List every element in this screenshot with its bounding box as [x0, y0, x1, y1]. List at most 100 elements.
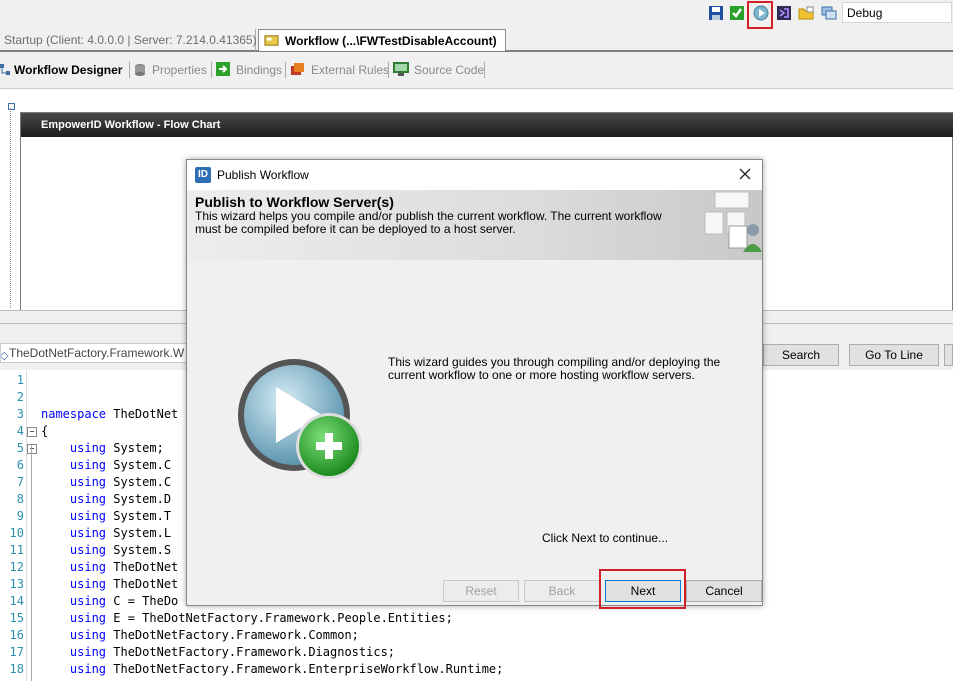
code-text: TheDotNet — [106, 577, 179, 591]
line-number: 5 — [16, 441, 24, 455]
line-number: 10 — [9, 526, 24, 540]
code-line[interactable]: using TheDotNetFactory.Framework.Common; — [41, 628, 359, 642]
dialog-title: Publish Workflow — [217, 168, 309, 182]
code-keyword: using — [41, 475, 107, 489]
line-number: 9 — [16, 509, 24, 523]
code-keyword: using — [41, 645, 107, 659]
code-line[interactable]: using TheDotNetFactory.Framework.Diagnos… — [41, 645, 395, 659]
code-line[interactable]: { — [41, 424, 48, 438]
line-number: 7 — [16, 475, 24, 489]
tab-startup[interactable]: Startup (Client: 4.0.0.0 | Server: 7.214… — [0, 29, 257, 51]
bindings-icon — [216, 62, 230, 76]
tab-external-rules[interactable]: External Rules — [311, 61, 389, 79]
workflow-icon — [264, 35, 279, 46]
publish-icon-highlight — [747, 1, 773, 29]
compile-icon[interactable] — [821, 5, 837, 21]
code-keyword: using — [41, 560, 107, 574]
back-button[interactable]: Back — [524, 580, 600, 602]
code-keyword: using — [41, 662, 107, 676]
code-line[interactable]: using E = TheDotNetFactory.Framework.Peo… — [41, 611, 453, 625]
designer-tabs: Workflow Designer Properties Bindings Ex… — [0, 54, 953, 84]
code-text: System.T — [106, 509, 172, 523]
folder-icon[interactable] — [798, 5, 814, 21]
dialog-body-text: This wizard guides you through compiling… — [388, 355, 721, 382]
next-button-highlight — [599, 569, 686, 609]
publish-wizard-icon — [238, 359, 362, 479]
validate-icon[interactable] — [729, 5, 745, 21]
fold-toggle-icon[interactable]: − — [27, 444, 37, 454]
line-number: 16 — [9, 628, 24, 642]
line-number: 18 — [9, 662, 24, 676]
code-keyword: using — [41, 441, 107, 455]
save-icon[interactable] — [708, 5, 724, 21]
more-button[interactable] — [944, 344, 953, 366]
flowchart-title: EmpowerID Workflow - Flow Chart — [21, 113, 953, 137]
code-line[interactable]: using System.C — [41, 475, 171, 489]
code-text: TheDotNetFactory.Framework.Common; — [106, 628, 359, 642]
external-rules-icon — [291, 63, 304, 75]
continue-text: Click Next to continue... — [542, 531, 669, 545]
empowerid-logo-icon: ID — [195, 167, 211, 183]
tab-workflow-designer[interactable]: Workflow Designer — [14, 61, 122, 79]
code-line[interactable]: using C = TheDo — [41, 594, 178, 608]
gutter-line — [26, 370, 27, 681]
code-line[interactable]: namespace TheDotNet — [41, 407, 178, 421]
code-line[interactable]: using System.D — [41, 492, 171, 506]
code-file-label: TheDotNetFactory.Framework.W — [9, 346, 185, 360]
code-file-selector[interactable]: ◇ TheDotNetFactory.Framework.W — [0, 343, 190, 363]
code-keyword: using — [41, 628, 107, 642]
code-text: TheDotNetFactory.Framework.EnterpriseWor… — [106, 662, 504, 676]
code-text: System.C — [106, 475, 172, 489]
code-text: E = TheDotNetFactory.Framework.People.En… — [106, 611, 453, 625]
code-line[interactable]: using System.S — [41, 543, 171, 557]
cancel-button[interactable]: Cancel — [686, 580, 762, 602]
code-text: { — [41, 424, 49, 438]
code-text: TheDotNetFactory.Framework.Diagnostics; — [106, 645, 396, 659]
properties-icon — [135, 64, 145, 76]
line-number: 14 — [9, 594, 24, 608]
search-button[interactable]: Search — [763, 344, 839, 366]
code-keyword: using — [41, 594, 107, 608]
reset-button[interactable]: Reset — [443, 580, 519, 602]
visual-studio-icon[interactable] — [776, 5, 792, 21]
build-config-select[interactable]: Debug — [842, 2, 952, 23]
line-number: 1 — [16, 373, 24, 387]
code-line[interactable]: using System; — [41, 441, 164, 455]
go-to-line-button[interactable]: Go To Line — [849, 344, 939, 366]
code-line[interactable]: using TheDotNet — [41, 560, 178, 574]
source-code-icon — [393, 62, 409, 76]
tab-properties[interactable]: Properties — [152, 61, 207, 79]
code-text: System.C — [106, 458, 172, 472]
code-text: System.D — [106, 492, 172, 506]
tab-workflow-label: Workflow (...\FWTestDisableAccount) — [285, 34, 497, 48]
dialog-header-title: Publish to Workflow Server(s) — [195, 194, 394, 210]
code-keyword: using — [41, 526, 107, 540]
code-line[interactable]: using TheDotNet — [41, 577, 178, 591]
line-number: 3 — [16, 407, 24, 421]
code-text: System; — [106, 441, 164, 455]
class-icon: ◇ — [0, 350, 9, 362]
code-line[interactable]: using System.C — [41, 458, 171, 472]
dialog-header: Publish to Workflow Server(s) This wizar… — [187, 190, 762, 260]
code-line[interactable]: using TheDotNetFactory.Framework.Enterpr… — [41, 662, 504, 676]
fold-guide — [31, 445, 32, 681]
line-number: 2 — [16, 390, 24, 404]
code-text: System.S — [106, 543, 172, 557]
code-line[interactable]: using System.L — [41, 526, 171, 540]
code-keyword: namespace — [41, 407, 107, 421]
tab-source-code[interactable]: Source Code — [414, 61, 484, 79]
server-users-icon — [704, 191, 762, 252]
main-toolbar: Debug — [0, 0, 953, 28]
code-text: TheDotNet — [106, 407, 179, 421]
line-number: 17 — [9, 645, 24, 659]
fold-toggle-icon[interactable]: − — [27, 427, 37, 437]
tab-bindings[interactable]: Bindings — [236, 61, 282, 79]
document-tabs: Startup (Client: 4.0.0.0 | Server: 7.214… — [0, 28, 953, 52]
line-number: 12 — [9, 560, 24, 574]
code-line[interactable]: using System.T — [41, 509, 171, 523]
close-icon[interactable] — [739, 168, 751, 180]
line-number: 13 — [9, 577, 24, 591]
dialog-title-bar: ID Publish Workflow — [187, 160, 762, 190]
code-keyword: using — [41, 543, 107, 557]
tab-workflow[interactable]: Workflow (...\FWTestDisableAccount) — [258, 29, 506, 51]
